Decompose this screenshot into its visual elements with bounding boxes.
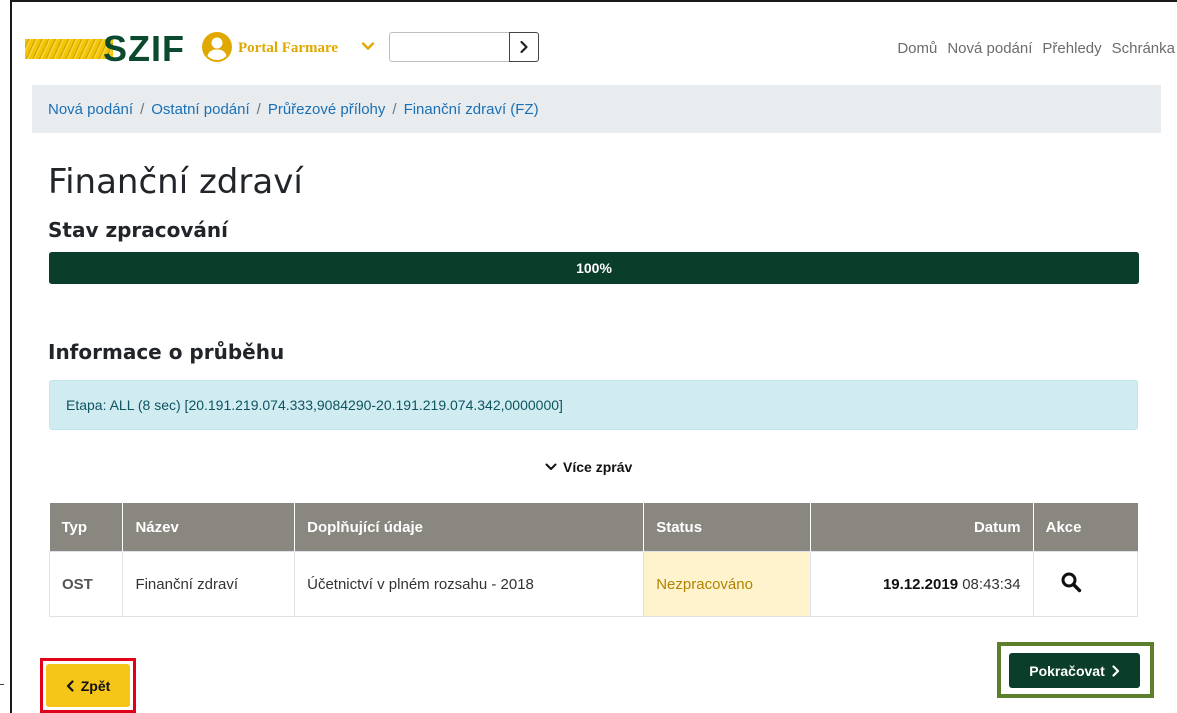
logo-stripes-icon — [25, 39, 113, 59]
column-header-doplnujici[interactable]: Doplňující údaje — [294, 503, 645, 552]
nav-nova-podani[interactable]: Nová podání — [947, 40, 1032, 57]
column-header-status[interactable]: Status — [643, 503, 812, 552]
szif-logo[interactable]: SZIF — [103, 29, 185, 69]
info-alert: Etapa: ALL (8 sec) [20.191.219.074.333,9… — [49, 380, 1138, 430]
messages-table: Typ Název Doplňující údaje Status Datum … — [48, 503, 1139, 617]
user-icon[interactable] — [201, 31, 233, 63]
chevron-left-icon — [66, 679, 74, 692]
table-header-row: Typ Název Doplňující údaje Status Datum … — [49, 503, 1138, 552]
column-header-typ[interactable]: Typ — [49, 503, 124, 552]
window-frame-left — [10, 0, 12, 713]
datum-date: 19.12.2019 — [882, 575, 959, 593]
cell-doplnujici: Účetnictví v plném rozsahu - 2018 — [294, 551, 645, 617]
chevron-down-icon[interactable] — [360, 38, 376, 54]
status-section-title: Stav zpracování — [48, 218, 228, 242]
cell-typ: OST — [48, 551, 124, 617]
breadcrumb-item-financni-zdravi[interactable]: Finanční zdraví (FZ) — [404, 101, 539, 118]
nav-domu[interactable]: Domů — [897, 40, 937, 57]
back-button-label: Zpět — [80, 677, 111, 694]
page-title: Finanční zdraví — [48, 162, 303, 202]
chevron-down-icon — [545, 463, 557, 470]
cell-nazev: Finanční zdraví — [122, 551, 296, 617]
datum-time: 08:43:34 — [962, 575, 1021, 593]
nav-schranka[interactable]: Schránka — [1112, 40, 1175, 57]
column-header-akce: Akce — [1033, 503, 1138, 552]
continue-button[interactable]: Pokračovat — [1009, 653, 1140, 688]
breadcrumb-item-prurezove-prilohy[interactable]: Průřezové přílohy — [268, 101, 386, 118]
breadcrumb-item-nova-podani[interactable]: Nová podání — [48, 101, 133, 118]
status-badge: Nezpracováno — [643, 551, 812, 617]
more-messages-toggle[interactable]: Více zpráv — [545, 459, 632, 475]
breadcrumb: Nová podání / Ostatní podání / Průřezové… — [32, 85, 1161, 133]
breadcrumb-separator: / — [140, 100, 145, 118]
chevron-right-icon — [1112, 664, 1119, 677]
cell-datum: 19.12.2019 08:43:34 — [810, 551, 1034, 617]
frame-tick — [0, 684, 4, 685]
top-header: SZIF Portal Farmare Domů Nová podání Pře… — [12, 2, 1177, 78]
search-go-button[interactable] — [509, 32, 539, 62]
breadcrumb-separator: / — [392, 100, 397, 118]
progress-bar: 100% — [49, 252, 1139, 284]
portal-farmare-menu[interactable]: Portal Farmare — [238, 38, 338, 58]
more-messages-label: Více zpráv — [563, 459, 633, 475]
column-header-nazev[interactable]: Název — [122, 503, 296, 552]
top-navigation: Domů Nová podání Přehledy Schránka — [897, 40, 1175, 57]
info-message: Etapa: ALL (8 sec) [20.191.219.074.333,9… — [66, 397, 563, 413]
info-section-title: Informace o průběhu — [48, 340, 285, 364]
breadcrumb-item-ostatni-podani[interactable]: Ostatní podání — [151, 101, 249, 118]
back-button[interactable]: Zpět — [46, 664, 130, 707]
progress-label: 100% — [576, 260, 612, 276]
breadcrumb-separator: / — [256, 100, 261, 118]
cell-akce — [1032, 551, 1139, 617]
column-header-datum[interactable]: Datum — [810, 503, 1034, 552]
table-row: OST Finanční zdraví Účetnictví v plném r… — [48, 551, 1139, 617]
chevron-right-icon — [520, 40, 528, 54]
search-input[interactable] — [389, 32, 509, 62]
search-icon[interactable] — [1060, 571, 1082, 593]
continue-button-label: Pokračovat — [1029, 662, 1105, 679]
nav-prehledy[interactable]: Přehledy — [1042, 40, 1101, 57]
